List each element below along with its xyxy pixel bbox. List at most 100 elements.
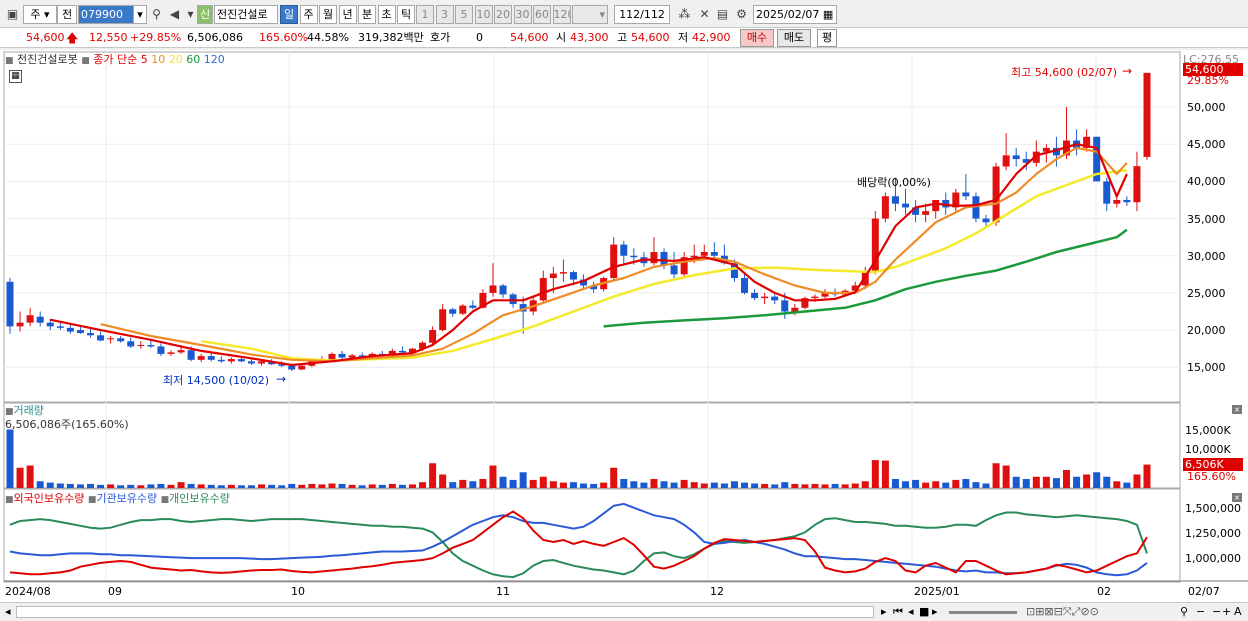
volume-bar xyxy=(539,476,547,488)
candle-body xyxy=(56,326,64,328)
zoom-slider[interactable] xyxy=(949,611,1017,614)
volume-bar xyxy=(670,482,678,488)
speaker-icon[interactable]: ◀ xyxy=(166,5,183,24)
scroll-left-icon[interactable]: ◂ xyxy=(5,605,11,618)
legend-individual[interactable]: 개인보유수량 xyxy=(169,492,230,505)
calendar-icon[interactable]: ▦ xyxy=(823,8,833,21)
layout-icons[interactable]: ⊡⊞⊠⊟⤧⤢⊘⊙ xyxy=(1026,605,1099,618)
legend-ma-period[interactable]: 60 xyxy=(186,53,204,66)
period-tab[interactable]: 분 xyxy=(358,5,376,24)
first-page-icon[interactable]: ⏮ xyxy=(893,605,903,618)
scroll-right-icon[interactable]: ▸ xyxy=(881,605,887,618)
legend-stock-name[interactable]: 전진건설로봇 xyxy=(17,53,78,66)
volume-bar xyxy=(278,485,286,488)
whole-toggle[interactable]: 전 xyxy=(57,5,77,24)
count-total: /112 xyxy=(640,8,665,21)
candle-body xyxy=(761,296,769,299)
volume-bar xyxy=(912,479,920,488)
volume-bar xyxy=(86,483,94,488)
candle-body xyxy=(569,272,577,280)
auto-scale-icon[interactable]: A xyxy=(1234,605,1242,618)
zoom-reset-icon[interactable]: − xyxy=(1212,605,1221,618)
sell-button[interactable]: 매도 xyxy=(777,29,811,47)
volume-bar xyxy=(408,484,416,488)
volume-bar xyxy=(429,463,437,488)
legend-institution[interactable]: 기관보유수량 xyxy=(96,492,157,505)
stop-icon[interactable]: ■ xyxy=(919,605,929,618)
chart-canvas[interactable] xyxy=(0,50,1248,603)
volume-title-text[interactable]: 거래량 xyxy=(14,404,44,417)
period-tab[interactable]: 초 xyxy=(377,5,396,24)
page-icon[interactable]: ◂ xyxy=(908,605,914,618)
legend-ma-period[interactable]: 20 xyxy=(169,53,187,66)
volume-bar xyxy=(348,484,356,488)
legend-foreign[interactable]: 외국인보유수량 xyxy=(14,492,85,505)
price-tick-label: 45,000 xyxy=(1187,138,1226,152)
legend-ma-period[interactable]: 120 xyxy=(204,53,225,66)
legend-ma-label[interactable]: 종가 단순 xyxy=(93,53,137,66)
price-tick-label: 40,000 xyxy=(1187,175,1226,189)
period-tab[interactable]: 주 xyxy=(299,5,318,24)
interval-button[interactable]: 120 xyxy=(552,5,571,24)
interval-button[interactable]: 30 xyxy=(513,5,532,24)
volume-bar xyxy=(881,460,889,488)
interval-button[interactable]: 60 xyxy=(533,5,551,24)
period-tab[interactable]: 일 xyxy=(280,5,298,24)
legend-ma-period[interactable]: 10 xyxy=(151,53,169,66)
period-tab[interactable]: 년 xyxy=(338,5,357,24)
candle-body xyxy=(197,356,205,360)
average-button[interactable]: 평 xyxy=(817,29,837,47)
code-dropdown-button[interactable]: ▾ xyxy=(133,5,147,24)
grid-toggle-icon[interactable]: ▦ xyxy=(9,70,22,83)
candle-body xyxy=(962,192,970,197)
link-icon[interactable]: ⁂ xyxy=(676,5,693,24)
stock-code-input[interactable]: 079900 xyxy=(78,5,134,24)
volume-bar xyxy=(328,483,336,488)
candle-body xyxy=(217,359,225,362)
holdings-legend: ■외국인보유수량 ■기관보유수량 ■개인보유수량 xyxy=(5,492,230,507)
period-tab[interactable]: 틱 xyxy=(397,5,415,24)
next-page-icon[interactable]: ▸ xyxy=(932,605,938,618)
candle-body xyxy=(700,252,708,256)
volume-bar xyxy=(459,479,467,488)
legend-ma-period[interactable]: 5 xyxy=(141,53,152,66)
interval-dropdown[interactable]: ▾ xyxy=(572,5,608,24)
holdings-close-icon[interactable]: × xyxy=(1232,493,1242,502)
interval-button[interactable]: 1 xyxy=(416,5,434,24)
buy-button[interactable]: 매수 xyxy=(740,29,774,47)
period-tab[interactable]: 월 xyxy=(319,5,337,24)
zoom-in-icon[interactable]: + xyxy=(1222,605,1231,618)
volume-close-icon[interactable]: × xyxy=(1232,405,1242,414)
search-icon[interactable]: ⚲ xyxy=(148,5,165,24)
save-icon[interactable]: ▤ xyxy=(714,5,731,24)
market-select-label: 주 xyxy=(30,8,41,21)
candle-body xyxy=(811,296,819,299)
gear-icon[interactable]: ⚙ xyxy=(733,5,750,24)
stock-name-field[interactable]: 전진건설로 xyxy=(214,5,278,24)
crosshair-icon[interactable]: ✕ xyxy=(696,5,713,24)
interval-button[interactable]: 10 xyxy=(474,5,493,24)
window-icon[interactable]: ▣ xyxy=(4,5,21,24)
stock-chart[interactable]: ■ 전진건설로봇 ■ 종가 단순 5 10 20 60 120 ▦ 최고 54,… xyxy=(0,50,1248,603)
horizontal-scrollbar[interactable] xyxy=(16,606,874,618)
volume-bar xyxy=(288,483,296,488)
low-arrow-icon: → xyxy=(276,372,287,386)
candle-body xyxy=(288,365,296,370)
change-percent: +29.85% xyxy=(130,31,182,44)
count-value: 112 xyxy=(619,8,641,21)
zoom-search-icon[interactable]: ⚲ xyxy=(1180,605,1188,618)
market-select[interactable]: 주 ▾ xyxy=(23,5,57,24)
legend-marker: ■ xyxy=(160,495,170,505)
volume-bar xyxy=(6,429,14,488)
date-field[interactable]: 2025/02/07 ▦ xyxy=(753,5,837,24)
interval-button[interactable]: 3 xyxy=(435,5,454,24)
zoom-out-icon[interactable]: − xyxy=(1196,605,1205,618)
last-volume-percent: 165.60% xyxy=(1187,470,1236,483)
count-field[interactable]: 112/112 xyxy=(614,5,670,24)
interval-button[interactable]: 20 xyxy=(494,5,512,24)
candle-body xyxy=(177,350,185,353)
volume-bar xyxy=(16,467,24,488)
volume-panel-value: 6,506,086주(165.60%) xyxy=(5,418,129,431)
interval-button[interactable]: 5 xyxy=(455,5,473,24)
volume-bar xyxy=(590,483,598,488)
